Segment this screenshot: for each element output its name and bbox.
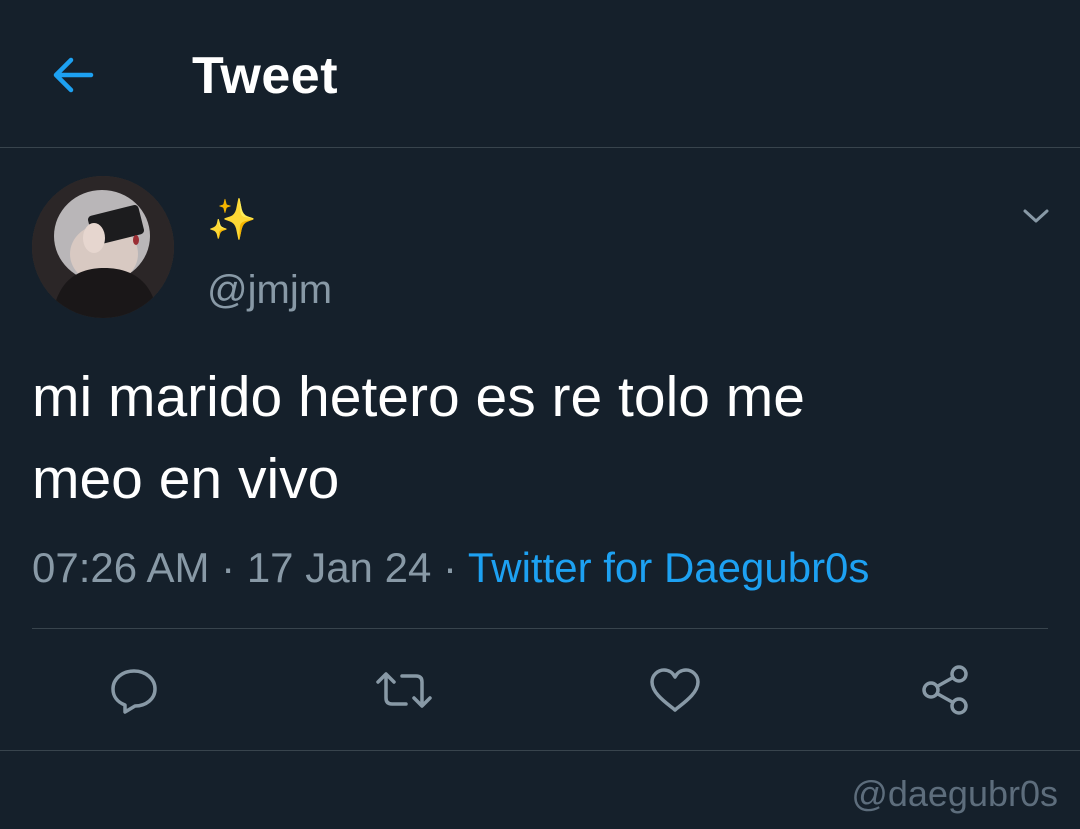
reply-icon xyxy=(108,666,160,714)
app-header: Tweet xyxy=(0,0,1080,148)
action-bar xyxy=(0,650,1080,730)
tweet-date: 17 Jan 24 xyxy=(246,544,432,591)
divider xyxy=(0,750,1080,751)
retweet-icon xyxy=(374,668,434,712)
user-handle[interactable]: @jmjm xyxy=(207,266,332,314)
tweet-text: mi marido hetero es re tolo me meo en vi… xyxy=(32,356,1042,520)
retweet-button[interactable] xyxy=(374,660,434,720)
meta-separator: · xyxy=(221,544,236,591)
arrow-left-icon xyxy=(51,55,95,95)
heart-icon xyxy=(648,666,702,714)
back-button[interactable] xyxy=(48,50,98,100)
page-title: Tweet xyxy=(192,47,339,105)
more-options-button[interactable] xyxy=(1014,196,1058,236)
sparkles-icon: ✨ xyxy=(207,197,257,243)
share-icon xyxy=(918,663,972,717)
tweet-time: 07:26 AM xyxy=(32,544,210,591)
reply-button[interactable] xyxy=(104,660,164,720)
tweet-source-link[interactable]: Twitter for Daegubr0s xyxy=(468,544,870,591)
share-button[interactable] xyxy=(915,660,975,720)
meta-separator: · xyxy=(442,544,457,591)
watermark: @daegubr0s xyxy=(851,773,1058,814)
avatar[interactable] xyxy=(32,176,174,318)
tweet-metadata: 07:26 AM · 17 Jan 24 · Twitter for Daegu… xyxy=(32,540,869,596)
chevron-down-icon xyxy=(1022,207,1050,225)
divider xyxy=(32,628,1048,629)
tweet-text-line: meo en vivo xyxy=(32,447,340,511)
display-name[interactable]: ✨ xyxy=(207,192,257,248)
like-button[interactable] xyxy=(645,660,705,720)
tweet-text-line: mi marido hetero es re tolo me xyxy=(32,365,805,429)
